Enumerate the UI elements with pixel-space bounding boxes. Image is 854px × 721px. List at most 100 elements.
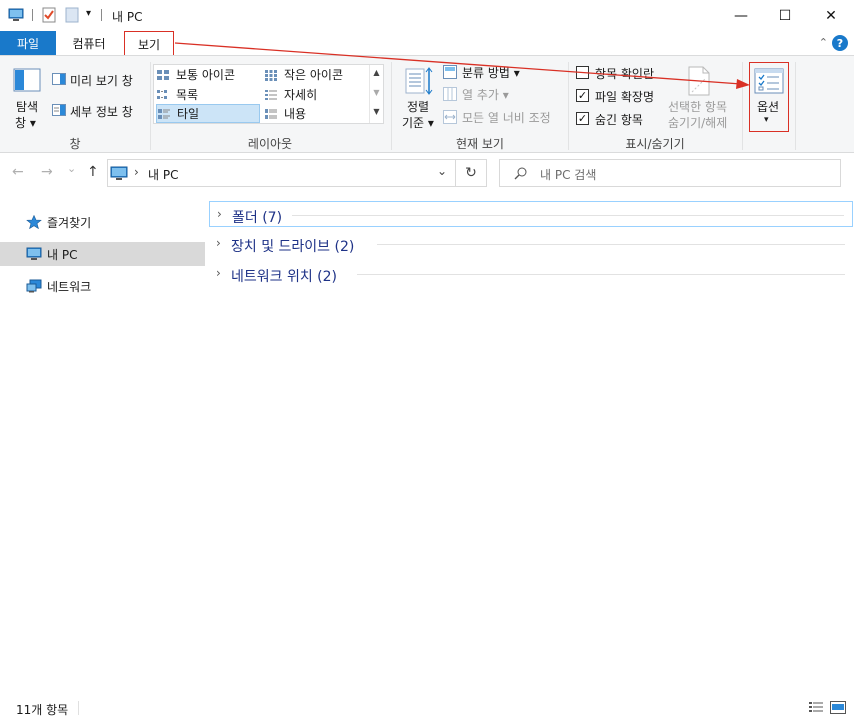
small-icons-icon <box>265 69 277 81</box>
details-pane-button[interactable]: 세부 정보 창 <box>51 101 143 119</box>
quick-access-separator <box>32 9 33 21</box>
hide-selected-icon <box>688 66 710 96</box>
maximize-button[interactable]: ☐ <box>762 0 808 31</box>
layout-item-label: 목록 <box>176 88 199 102</box>
refresh-button[interactable]: ↻ <box>456 159 487 187</box>
details-icon <box>265 89 277 100</box>
close-button[interactable]: ✕ <box>808 0 854 31</box>
hide-selected-label-2: 숨기기/해제 <box>668 116 728 130</box>
layout-item-label: 자세히 <box>284 88 318 102</box>
group-by-label: 분류 방법 ▾ <box>462 66 520 80</box>
file-extensions-toggle[interactable]: ✓ 파일 확장명 <box>576 87 666 105</box>
status-bar: 11개 항목 <box>0 693 854 721</box>
preview-pane-icon <box>52 73 66 85</box>
forward-button[interactable]: → <box>41 164 53 180</box>
path-separator-icon[interactable]: › <box>134 165 139 179</box>
gallery-expand-icon[interactable]: ▼ <box>370 107 383 116</box>
hidden-items-toggle[interactable]: ✓ 숨긴 항목 <box>576 110 666 128</box>
quick-access-separator <box>101 9 102 21</box>
properties-icon[interactable] <box>41 7 57 23</box>
ribbon-panel: 탐색 창 ▾ 미리 보기 창 세부 정보 창 창 보통 아이콘 작은 아이콘 목… <box>0 55 854 153</box>
group-label-current-view: 현재 보기 <box>456 137 504 151</box>
layout-list[interactable]: 목록 <box>156 85 260 104</box>
layout-gallery: 보통 아이콘 작은 아이콘 목록 자세히 타일 내용 ▲ ▼ ▼ <box>153 64 384 124</box>
minimize-button[interactable]: — <box>718 0 764 31</box>
hidden-items-checkbox[interactable]: ✓ <box>576 112 589 125</box>
item-checkboxes-toggle[interactable]: 항목 확인란 <box>576 64 666 82</box>
layout-item-label: 타일 <box>177 107 200 121</box>
chevron-right-icon: › <box>216 266 221 280</box>
layout-details[interactable]: 자세히 <box>264 85 368 104</box>
tab-computer[interactable]: 컴퓨터 <box>58 31 120 55</box>
star-icon <box>26 215 42 229</box>
new-folder-icon[interactable] <box>64 7 80 23</box>
layout-tiles[interactable]: 타일 <box>156 104 260 123</box>
group-by-icon <box>443 65 457 79</box>
sidebar-item-network[interactable]: 네트워크 <box>0 274 205 298</box>
options-label: 옵션 <box>757 100 780 114</box>
address-dropdown-icon[interactable]: ⌄ <box>437 164 447 178</box>
hide-selected-button[interactable]: 선택한 항목 숨기기/해제 <box>666 64 736 132</box>
sidebar-item-label: 내 PC <box>47 247 78 262</box>
layout-item-label: 보통 아이콘 <box>176 68 236 82</box>
up-button[interactable]: ↑ <box>87 164 99 180</box>
gallery-scroll-down-icon[interactable]: ▼ <box>370 88 383 97</box>
tiles-icon <box>158 108 170 119</box>
search-icon <box>514 167 527 180</box>
group-header-devices[interactable]: › 장치 및 드라이브 (2) <box>209 231 853 257</box>
add-columns-button[interactable]: 열 추가 ▾ <box>443 85 543 103</box>
address-bar[interactable]: › 내 PC ⌄ <box>107 159 456 187</box>
details-view-icon[interactable] <box>808 701 824 714</box>
item-checkboxes-checkbox[interactable] <box>576 66 589 79</box>
group-header-label: 폴더 (7) <box>232 210 283 226</box>
layout-gallery-scroll[interactable]: ▲ ▼ ▼ <box>369 65 383 123</box>
recent-locations-button[interactable]: ⌄ <box>67 162 76 175</box>
size-columns-icon <box>443 110 457 124</box>
customize-quick-access-icon[interactable]: ▾ <box>86 8 91 19</box>
size-columns-label: 모든 열 너비 조정 <box>462 111 551 125</box>
chevron-right-icon: › <box>217 207 222 221</box>
sidebar-item-label: 즐겨찾기 <box>47 215 92 230</box>
computer-icon[interactable] <box>8 7 24 23</box>
layout-medium-icons[interactable]: 보통 아이콘 <box>156 65 260 84</box>
group-divider <box>292 215 844 216</box>
group-divider <box>377 244 845 245</box>
tab-file[interactable]: 파일 <box>0 31 56 55</box>
group-header-label: 장치 및 드라이브 (2) <box>231 239 355 255</box>
preview-pane-label: 미리 보기 창 <box>70 74 133 88</box>
layout-content[interactable]: 내용 <box>264 104 368 123</box>
computer-icon <box>26 247 42 260</box>
large-icons-view-icon[interactable] <box>830 701 846 714</box>
group-header-label: 네트워크 위치 (2) <box>231 269 338 285</box>
navigation-pane-button[interactable]: 탐색 창 ▾ <box>8 64 48 132</box>
sidebar-item-quick-access[interactable]: 즐겨찾기 <box>0 210 205 234</box>
layout-item-label: 내용 <box>284 107 307 121</box>
size-columns-button[interactable]: 모든 열 너비 조정 <box>443 108 563 126</box>
network-icon <box>26 279 42 293</box>
file-extensions-checkbox[interactable]: ✓ <box>576 89 589 102</box>
preview-pane-button[interactable]: 미리 보기 창 <box>51 70 143 88</box>
help-icon[interactable]: ? <box>832 35 848 51</box>
group-header-network-locations[interactable]: › 네트워크 위치 (2) <box>209 261 853 287</box>
navigation-pane-label-2: 창 ▾ <box>15 116 36 130</box>
collapse-ribbon-icon[interactable]: ⌃ <box>819 36 828 49</box>
sort-by-button[interactable]: 정렬 기준 ▾ <box>398 64 438 132</box>
search-input[interactable]: 내 PC 검색 <box>499 159 841 187</box>
item-count: 11개 항목 <box>16 703 69 717</box>
group-by-button[interactable]: 분류 방법 ▾ <box>443 63 543 81</box>
tab-view[interactable]: 보기 <box>124 31 174 56</box>
sidebar-item-label: 네트워크 <box>47 279 92 294</box>
options-button[interactable]: 옵션 ▾ <box>749 62 789 132</box>
back-button[interactable]: ← <box>12 164 24 180</box>
options-icon <box>754 68 784 94</box>
details-pane-label: 세부 정보 창 <box>70 105 133 119</box>
sort-by-label-2: 기준 ▾ <box>402 116 434 130</box>
layout-small-icons[interactable]: 작은 아이콘 <box>264 65 368 84</box>
group-header-folders[interactable]: › 폴더 (7) <box>209 201 853 227</box>
address-path-segment[interactable]: 내 PC <box>148 166 178 183</box>
group-separator <box>742 62 743 150</box>
sidebar-item-this-pc[interactable]: 내 PC <box>0 242 205 266</box>
options-dropdown-icon: ▾ <box>764 115 769 125</box>
gallery-scroll-up-icon[interactable]: ▲ <box>370 68 383 77</box>
group-label-panes: 창 <box>69 137 81 151</box>
